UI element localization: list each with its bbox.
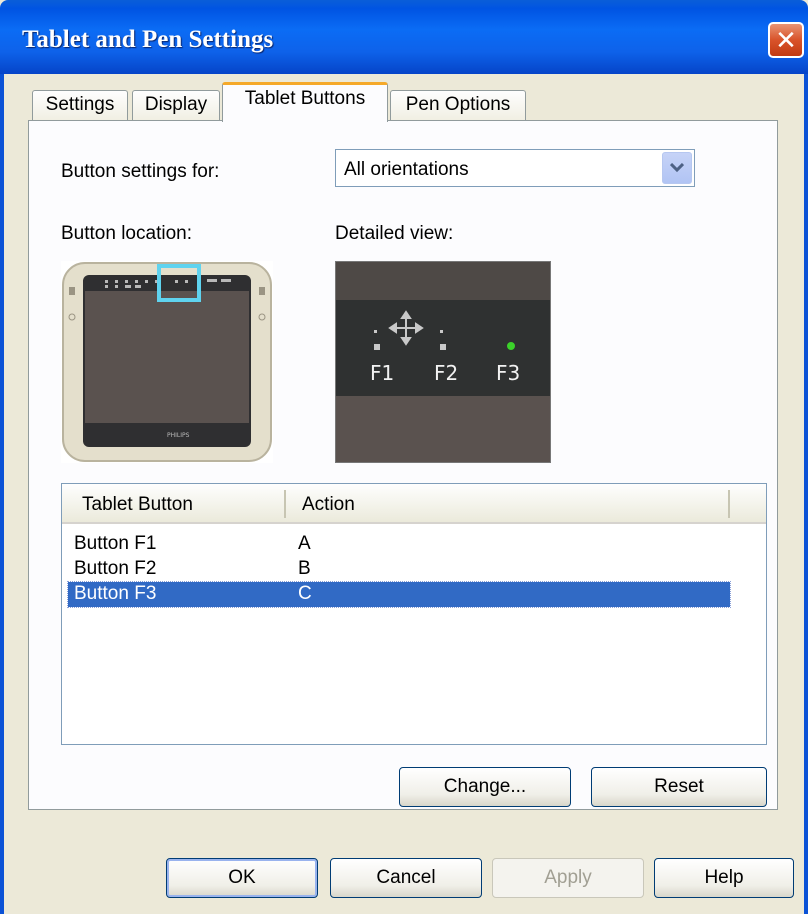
apply-button-label: Apply bbox=[544, 867, 592, 888]
reset-button[interactable]: Reset bbox=[591, 767, 767, 807]
window-title: Tablet and Pen Settings bbox=[22, 26, 274, 53]
detail-key-f1: F1 bbox=[370, 361, 394, 385]
list-item-button: Button F1 bbox=[74, 533, 157, 554]
tab-pen-options-label: Pen Options bbox=[405, 94, 511, 115]
button-location-label: Button location: bbox=[61, 223, 192, 244]
tablet-brand-text: PHILIPS bbox=[167, 432, 190, 439]
apply-button[interactable]: Apply bbox=[492, 858, 644, 898]
column-header-action[interactable]: Action bbox=[302, 494, 355, 516]
orientation-select-value: All orientations bbox=[344, 159, 469, 180]
column-header-tablet-button[interactable]: Tablet Button bbox=[82, 494, 193, 516]
settings-for-label: Button settings for: bbox=[61, 161, 220, 182]
detailed-view-label: Detailed view: bbox=[335, 223, 454, 244]
close-icon: ✕ bbox=[775, 25, 797, 55]
orientation-select[interactable]: All orientations bbox=[335, 149, 695, 187]
tab-tablet-buttons[interactable]: Tablet Buttons bbox=[222, 82, 388, 122]
list-item-button: Button F2 bbox=[74, 558, 157, 579]
tablet-location-image: PHILIPS bbox=[61, 261, 273, 463]
ok-button-label: OK bbox=[228, 867, 256, 888]
list-item-action: C bbox=[298, 583, 312, 604]
ok-button[interactable]: OK bbox=[166, 858, 318, 898]
reset-button-label: Reset bbox=[654, 776, 704, 797]
tab-panel-tablet-buttons: Button settings for: All orientations Bu… bbox=[28, 120, 778, 810]
tab-settings-label: Settings bbox=[45, 94, 115, 115]
window-frame-right bbox=[804, 74, 808, 914]
cancel-button-label: Cancel bbox=[376, 867, 436, 888]
close-button[interactable]: ✕ bbox=[768, 22, 804, 58]
list-item[interactable]: Button F2 B bbox=[68, 557, 730, 582]
detail-key-f3: F3 bbox=[496, 361, 520, 385]
change-button-label: Change... bbox=[443, 776, 527, 797]
window-frame-left bbox=[0, 74, 4, 914]
tab-display-label: Display bbox=[144, 94, 208, 115]
list-header: Tablet Button Action bbox=[62, 484, 766, 524]
help-button[interactable]: Help bbox=[654, 858, 794, 898]
list-item-action: A bbox=[298, 533, 311, 554]
tab-tablet-buttons-label: Tablet Buttons bbox=[244, 88, 366, 109]
tab-display[interactable]: Display bbox=[132, 90, 220, 120]
chevron-down-icon[interactable] bbox=[662, 152, 692, 184]
list-item[interactable]: Button F1 A bbox=[68, 532, 730, 557]
cancel-button[interactable]: Cancel bbox=[330, 858, 482, 898]
tablet-button-list[interactable]: Tablet Button Action Button F1 A Button … bbox=[61, 483, 767, 745]
detailed-view-image: F1 F2 F3 bbox=[335, 261, 551, 463]
column-separator[interactable] bbox=[284, 490, 286, 518]
list-item-button: Button F3 bbox=[74, 583, 157, 604]
column-separator[interactable] bbox=[728, 490, 730, 518]
change-button[interactable]: Change... bbox=[399, 767, 571, 807]
detailed-view-illustration: F1 F2 F3 bbox=[336, 262, 550, 462]
tablet-illustration: PHILIPS bbox=[62, 262, 272, 462]
list-item-selected[interactable]: Button F3 C bbox=[67, 581, 731, 608]
list-item-action: B bbox=[298, 558, 311, 579]
detail-key-f2: F2 bbox=[434, 361, 458, 385]
title-bar: Tablet and Pen Settings ✕ bbox=[0, 0, 808, 74]
help-button-label: Help bbox=[704, 867, 744, 888]
tab-settings[interactable]: Settings bbox=[32, 90, 128, 120]
tab-pen-options[interactable]: Pen Options bbox=[390, 90, 526, 120]
